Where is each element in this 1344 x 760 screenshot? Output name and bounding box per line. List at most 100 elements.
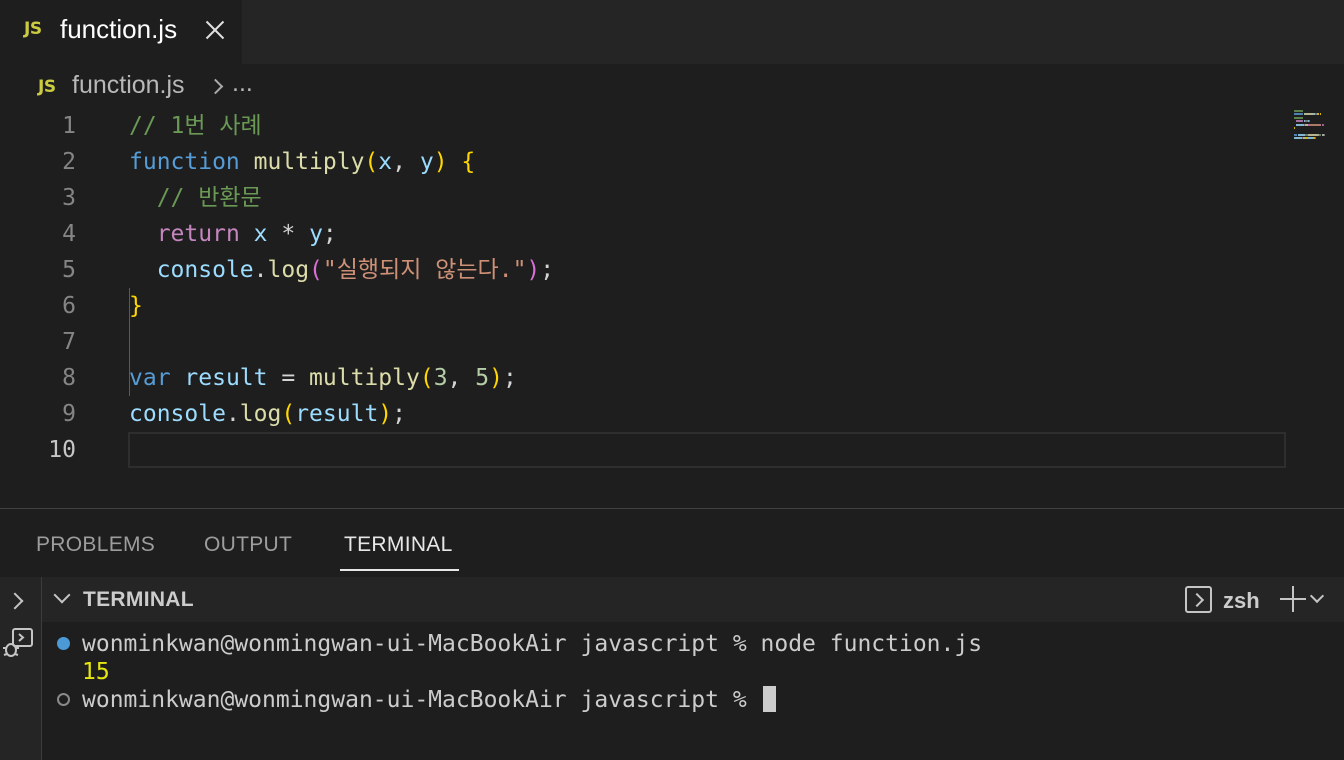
code-token: y	[419, 149, 434, 175]
code-line[interactable]: 2 function multiply(x, y) {	[0, 144, 1290, 180]
code-token: // 반환문	[129, 185, 262, 211]
line-number[interactable]: 8	[0, 360, 76, 396]
code-token: multiply	[253, 149, 365, 175]
code-text: // 반환문	[129, 180, 262, 216]
code-token: function	[129, 149, 240, 175]
code-text: }	[129, 288, 143, 324]
terminal-command-line: wonminkwan@wonmingwan-ui-MacBookAir java…	[82, 631, 983, 657]
terminal-shell-name[interactable]: zsh	[1223, 588, 1260, 614]
code-token: =	[267, 365, 310, 391]
breadcrumb-file[interactable]: function.js	[72, 71, 185, 100]
tab-function-js[interactable]: JS function.js	[0, 0, 242, 64]
code-line[interactable]: 7	[0, 324, 1290, 360]
code-token: log	[267, 257, 310, 283]
code-line[interactable]: 3 // 반환문	[0, 180, 1290, 216]
minimap-token	[1294, 137, 1302, 140]
code-token: )	[526, 257, 541, 283]
line-number[interactable]: 4	[0, 216, 76, 252]
terminal-output-line: 15	[82, 659, 110, 685]
code-text: function multiply(x, y) {	[129, 144, 475, 180]
code-line[interactable]: 8 var result = multiply(3, 5);	[0, 360, 1290, 396]
line-number[interactable]: 7	[0, 324, 76, 360]
minimap-token	[1307, 137, 1314, 140]
close-icon[interactable]	[202, 17, 228, 43]
code-text: return x * y;	[129, 216, 337, 252]
code-token: ;	[392, 401, 407, 427]
code-token: var	[129, 365, 171, 391]
code-token: *	[267, 221, 310, 247]
line-number[interactable]: 1	[0, 108, 76, 144]
minimap-token	[1294, 133, 1298, 136]
code-text: console.log("실행되지 않는다.");	[129, 252, 554, 288]
line-number[interactable]: 5	[0, 252, 76, 288]
line-number[interactable]: 6	[0, 288, 76, 324]
code-token: // 1번 사례	[129, 113, 262, 139]
code-token: x	[253, 221, 268, 247]
minimap-token	[1308, 133, 1318, 136]
terminal-output[interactable]: wonminkwan@wonmingwan-ui-MacBookAir java…	[42, 622, 1344, 760]
code-token: )	[378, 401, 393, 427]
code-token: multiply	[309, 365, 420, 391]
command-success-icon[interactable]	[57, 637, 70, 650]
code-line[interactable]: 4 return x * y;	[0, 216, 1290, 252]
javascript-file-icon: JS	[38, 77, 56, 97]
tab-output[interactable]: OUTPUT	[204, 533, 292, 557]
code-text: console.log(result);	[129, 396, 406, 432]
code-token: 3	[433, 365, 448, 391]
line-number[interactable]: 10	[0, 432, 76, 468]
code-line[interactable]: 5 console.log("실행되지 않는다.");	[0, 252, 1290, 288]
minimap-token	[1296, 120, 1303, 123]
code-text: var result = multiply(3, 5);	[129, 360, 517, 396]
minimap-token	[1309, 123, 1322, 126]
code-line[interactable]: 10	[0, 432, 1290, 468]
code-token: "실행되지 않는다."	[322, 257, 527, 283]
minimap-token	[1303, 113, 1313, 116]
tab-terminal[interactable]: TERMINAL	[344, 533, 453, 557]
terminal-header-title[interactable]: TERMINAL	[83, 588, 194, 612]
line-number[interactable]: 2	[0, 144, 76, 180]
chevron-right-icon	[207, 78, 224, 95]
minimap-token	[1298, 133, 1305, 136]
minimap-token	[1320, 113, 1322, 116]
tab-problems[interactable]: PROBLEMS	[36, 533, 155, 557]
chevron-down-icon[interactable]	[1309, 588, 1325, 604]
code-line[interactable]: 6}	[0, 288, 1290, 324]
minimap-token	[1314, 137, 1316, 140]
javascript-file-icon: JS	[24, 19, 42, 39]
plus-icon[interactable]	[1280, 586, 1306, 612]
chevron-down-icon[interactable]	[53, 586, 71, 604]
line-number[interactable]: 3	[0, 180, 76, 216]
code-token: ;	[540, 257, 555, 283]
minimap-token	[1323, 133, 1325, 136]
minimap-token	[1322, 123, 1324, 126]
debug-console-icon[interactable]	[2, 627, 34, 659]
code-token: return	[156, 221, 240, 247]
code-token: result	[295, 401, 379, 427]
tab-title: function.js	[60, 14, 178, 44]
code-token: 5	[475, 365, 490, 391]
code-line[interactable]: 9 console.log(result);	[0, 396, 1290, 432]
minimap-token	[1294, 116, 1303, 119]
minimap-token	[1318, 113, 1320, 116]
terminal-cursor	[762, 686, 776, 712]
command-pending-icon[interactable]	[57, 693, 70, 706]
minimap[interactable]	[1292, 108, 1344, 508]
code-token: x	[378, 149, 393, 175]
minimap-token	[1296, 123, 1304, 126]
code-line[interactable]: 1 // 1번 사례	[0, 108, 1290, 144]
terminal-shell-icon[interactable]	[1185, 586, 1212, 613]
breadcrumb-symbols[interactable]: ...	[232, 69, 253, 98]
editor-tab-bar: JS function.js	[0, 0, 1344, 64]
code-token: ;	[502, 365, 517, 391]
terminal-prompt: wonminkwan@wonmingwan-ui-MacBookAir java…	[82, 687, 761, 713]
code-token: }	[129, 293, 143, 319]
code-token: .	[253, 257, 268, 283]
code-editor[interactable]: 1// 1번 사례 2 function multiply(x, y) {3 // …	[0, 108, 1344, 508]
chevron-right-icon[interactable]	[6, 592, 24, 610]
breadcrumb: JS function.js ...	[0, 64, 1344, 108]
line-number[interactable]: 9	[0, 396, 76, 432]
code-token: (	[419, 365, 434, 391]
code-token: ,	[447, 365, 476, 391]
